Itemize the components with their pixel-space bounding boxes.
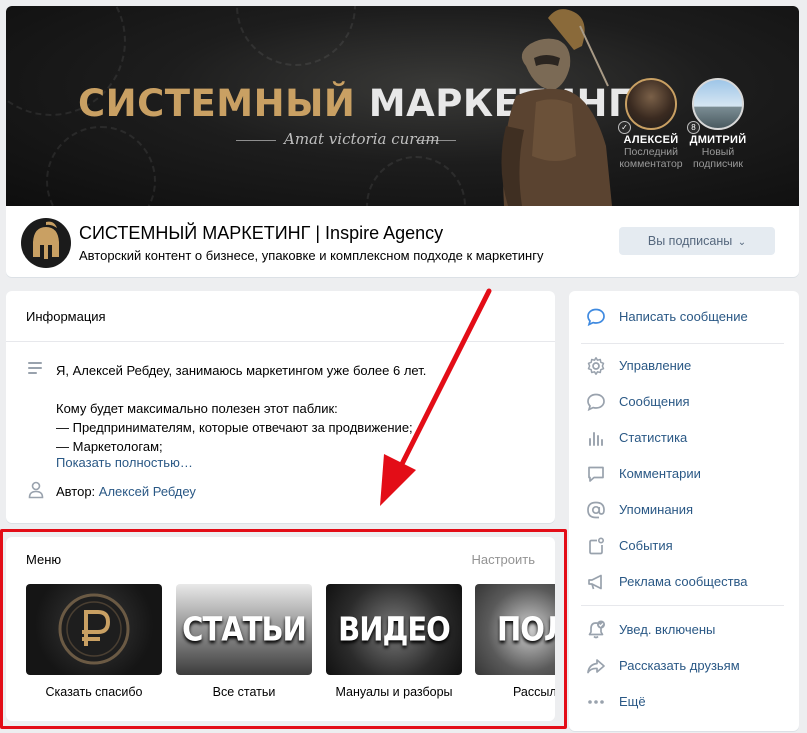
- megaphone-icon: [588, 574, 602, 590]
- more-dots-icon: [588, 700, 604, 704]
- community-status: Авторский контент о бизнесе, упаковке и …: [79, 248, 544, 263]
- sidebar-item-statistics[interactable]: Статистика: [569, 423, 799, 453]
- message-bubble-icon: [587, 308, 605, 327]
- user-icon: [28, 481, 44, 499]
- calendar-icon: [589, 537, 605, 555]
- ruble-coin-icon: [58, 593, 130, 665]
- menu-item-mailing[interactable]: ПОЛЬ Рассыл: [475, 584, 555, 699]
- configure-menu-link[interactable]: Настроить: [471, 552, 535, 567]
- sidebar-item-write-message[interactable]: Написать сообщение: [569, 302, 799, 332]
- menu-thumbnail: СТАТЬИ: [176, 584, 312, 675]
- warrior-illustration: [501, 9, 612, 206]
- menu-thumbnail: [26, 584, 162, 675]
- menu-item-video[interactable]: ВИДЕО Мануалы и разборы: [326, 584, 462, 699]
- info-title: Информация: [26, 309, 106, 324]
- info-description: Я, Алексей Ребдеу, занимаюсь маркетингом…: [56, 363, 427, 454]
- author-link[interactable]: Алексей Ребдеу: [99, 484, 196, 499]
- community-name: СИСТЕМНЫЙ МАРКЕТИНГ | Inspire Agency: [79, 223, 444, 243]
- sidebar-item-share[interactable]: Рассказать друзьям: [569, 651, 799, 681]
- helmet-icon: [33, 221, 59, 259]
- info-block: Информация Я, Алексей Ребдеу, занимаюсь …: [6, 291, 555, 523]
- divider: [6, 341, 555, 342]
- badge-icon: 8: [687, 121, 700, 134]
- menu-title: Меню: [26, 552, 62, 567]
- sidebar-item-events[interactable]: События: [569, 531, 799, 561]
- cover-subtitle: Amat victoria curam: [284, 130, 440, 148]
- sidebar-item-ads[interactable]: Реклама сообщества: [569, 567, 799, 597]
- avatar: [692, 78, 744, 130]
- sidebar-item-notifications[interactable]: Увед. включены: [569, 615, 799, 645]
- divider: [581, 343, 784, 344]
- sidebar-item-manage[interactable]: Управление: [569, 351, 799, 381]
- badge-icon: ✓: [618, 121, 631, 134]
- description-icon: [28, 362, 42, 377]
- show-more-link[interactable]: Показать полностью…: [56, 455, 193, 470]
- community-logo[interactable]: [21, 218, 71, 268]
- menu-thumbnail: ВИДЕО: [326, 584, 462, 675]
- divider: [581, 605, 784, 606]
- share-arrow-icon: [587, 659, 605, 674]
- chevron-down-icon: ⌄: [737, 237, 747, 248]
- bar-chart-icon: [589, 432, 603, 446]
- menu-thumbnail: ПОЛЬ: [475, 584, 555, 675]
- avatar: [625, 78, 677, 130]
- author-line: Автор: Алексей Ребдеу: [56, 484, 196, 499]
- sidebar-item-more[interactable]: Ещё: [569, 687, 799, 717]
- cover-image: СИСТЕМНЫЙ МАРКЕТИНГ Amat victoria curam …: [6, 6, 799, 206]
- actions-sidebar: Написать сообщение Управление Сообщения …: [569, 291, 799, 731]
- comment-icon: [588, 466, 604, 482]
- chat-icon: [587, 393, 605, 412]
- at-sign-icon: [587, 501, 605, 519]
- menu-item-thanks[interactable]: Сказать спасибо: [26, 584, 162, 699]
- gear-icon: [587, 357, 605, 375]
- menu-block: Меню Настроить Сказать спасибо СТАТЬИ Вс…: [6, 537, 555, 721]
- sidebar-item-comments[interactable]: Комментарии: [569, 459, 799, 489]
- menu-item-articles[interactable]: СТАТЬИ Все статьи: [176, 584, 312, 699]
- sidebar-item-messages[interactable]: Сообщения: [569, 387, 799, 417]
- bell-check-icon: [588, 620, 605, 639]
- sidebar-item-mentions[interactable]: Упоминания: [569, 495, 799, 525]
- subscribed-button[interactable]: Вы подписаны ⌄: [619, 227, 775, 255]
- community-header: СИСТЕМНЫЙ МАРКЕТИНГ Amat victoria curam …: [6, 6, 799, 277]
